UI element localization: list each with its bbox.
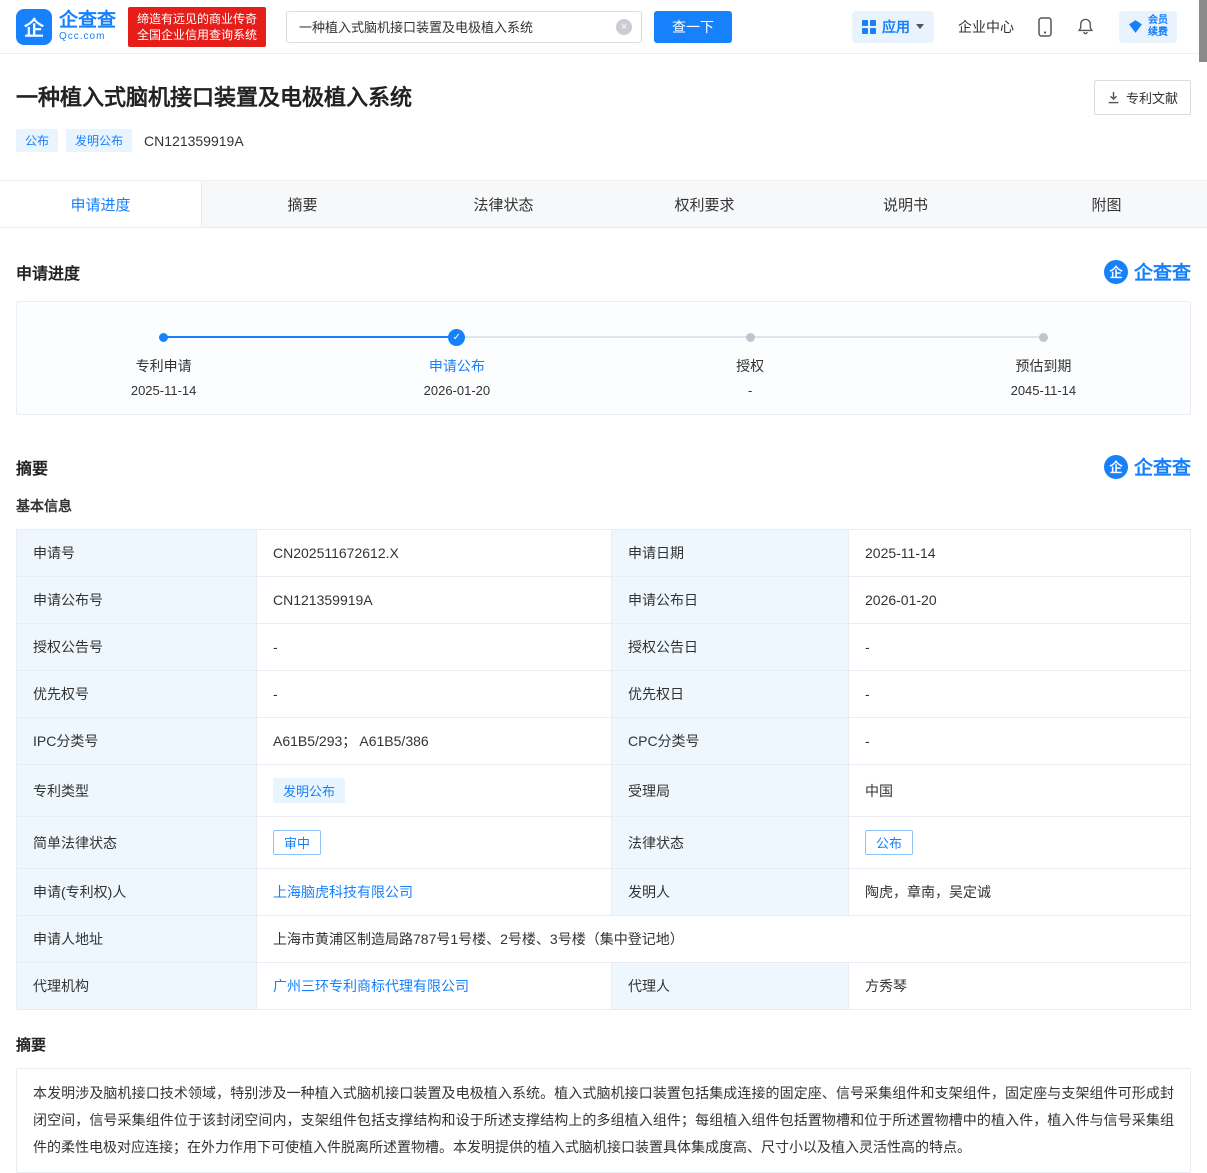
table-row: 申请公布号 CN121359919A 申请公布日 2026-01-20 <box>16 576 1191 624</box>
download-icon <box>1107 91 1120 104</box>
mobile-app-button[interactable] <box>1038 16 1052 37</box>
inventors: 陶虎，章南，吴定诚 <box>848 868 1191 916</box>
chevron-down-icon <box>916 24 924 29</box>
legal-status: 公布 <box>848 816 1191 869</box>
abstract-text: 本发明涉及脑机接口技术领域，特别涉及一种植入式脑机接口装置及电极植入系统。植入式… <box>16 1068 1191 1173</box>
timeline-dot-done <box>159 332 169 342</box>
table-row: 专利类型 发明公布 受理局 中国 <box>16 764 1191 817</box>
title-row: 一种植入式脑机接口装置及电极植入系统 专利文献 <box>16 80 1191 115</box>
ipc-classification: A61B5/293； A61B5/386 <box>256 717 612 765</box>
title-tags: 公布 发明公布 CN121359919A <box>16 129 1191 152</box>
status-badge-publication: 公布 <box>16 129 59 152</box>
summary-section-title: 摘要 <box>16 460 49 478</box>
timeline-step-filing: 专利申请 2025-11-14 <box>17 328 310 398</box>
scrollbar-thumb[interactable] <box>1199 0 1207 62</box>
slogan-line-1: 缔造有远见的商业传奇 <box>137 11 258 26</box>
timeline-step-publication: ✓ 申请公布 2026-01-20 <box>310 328 603 398</box>
table-row: 申请号 CN202511672612.X 申请日期 2025-11-14 <box>16 529 1191 577</box>
tab-summary[interactable]: 摘要 <box>202 181 403 227</box>
member-renew-button[interactable]: 会员 续费 <box>1119 10 1177 43</box>
applicant-link[interactable]: 上海脑虎科技有限公司 <box>273 884 413 900</box>
slogan-line-2: 全国企业信用查询系统 <box>137 27 258 42</box>
member-renew-label: 会员 续费 <box>1148 14 1168 38</box>
timeline-step-expiry: 预估到期 2045-11-14 <box>897 328 1190 398</box>
enterprise-center-link[interactable]: 企业中心 <box>958 17 1014 37</box>
receiving-office: 中国 <box>848 764 1191 817</box>
table-row: IPC分类号 A61B5/293； A61B5/386 CPC分类号 - <box>16 717 1191 765</box>
summary-section-header: 摘要 企 企查查 <box>16 453 1191 480</box>
tab-drawings[interactable]: 附图 <box>1006 181 1207 227</box>
apps-menu-label: 应用 <box>882 18 910 35</box>
qcc-logo-icon: 企 <box>16 8 52 45</box>
page-title: 一种植入式脑机接口装置及电极植入系统 <box>16 85 413 110</box>
notifications-button[interactable] <box>1076 17 1095 36</box>
tab-description[interactable]: 说明书 <box>805 181 1006 227</box>
agency-link[interactable]: 广州三环专利商标代理有限公司 <box>273 978 469 994</box>
publication-date: 2026-01-20 <box>848 576 1191 624</box>
qcc-watermark-icon: 企 <box>1103 454 1128 479</box>
check-icon: ✓ <box>448 328 466 346</box>
application-number: CN202511672612.X <box>256 529 612 577</box>
scrollbar-track[interactable] <box>1199 0 1207 1120</box>
progress-timeline-card: 专利申请 2025-11-14 ✓ 申请公布 2026-01-20 授权 - 预… <box>16 301 1191 415</box>
publication-number: CN121359919A <box>144 132 244 149</box>
patent-type-badge: 发明公布 <box>273 778 346 803</box>
abstract-heading: 摘要 <box>16 1037 47 1054</box>
agency: 广州三环专利商标代理有限公司 <box>256 962 612 1010</box>
tab-bar: 申请进度 摘要 法律状态 权利要求 说明书 附图 <box>0 180 1207 228</box>
legal-status-badge: 公布 <box>865 830 914 855</box>
apps-menu-button[interactable]: 应用 <box>852 10 934 43</box>
tab-claims[interactable]: 权利要求 <box>604 181 805 227</box>
simple-legal-status-badge: 审中 <box>273 830 322 855</box>
timeline-dot-pending <box>745 332 755 342</box>
clear-search-icon[interactable]: × <box>616 18 633 35</box>
table-row: 代理机构 广州三环专利商标代理有限公司 代理人 方秀琴 <box>16 962 1191 1010</box>
progress-section-header: 申请进度 企 企查查 <box>16 258 1191 285</box>
agent: 方秀琴 <box>848 962 1191 1010</box>
qcc-logo[interactable]: 企 企查查 Qcc.com <box>16 8 117 45</box>
member-gem-icon <box>1128 19 1143 34</box>
tab-application-progress[interactable]: 申请进度 <box>0 181 202 227</box>
apps-grid-icon <box>862 19 876 34</box>
timeline-step-grant: 授权 - <box>604 328 897 398</box>
priority-number: - <box>256 670 612 718</box>
table-row: 申请(专利权)人 上海脑虎科技有限公司 发明人 陶虎，章南，吴定诚 <box>16 868 1191 916</box>
simple-legal-status: 审中 <box>256 816 612 869</box>
status-badge-invention-publication: 发明公布 <box>66 129 133 152</box>
navbar-right: 应用 企业中心 会员 续费 <box>852 10 1177 43</box>
search-input[interactable] <box>286 10 643 43</box>
priority-date: - <box>848 670 1191 718</box>
patent-document-button[interactable]: 专利文献 <box>1093 80 1191 115</box>
publication-number-cell: CN121359919A <box>256 576 612 624</box>
qcc-watermark-icon: 企 <box>1103 259 1128 284</box>
mobile-icon <box>1038 16 1052 37</box>
applicant-address: 上海市黄浦区制造局路787号1号楼、2号楼、3号楼（集中登记地） <box>256 915 1191 963</box>
search-bar: × <box>286 10 643 43</box>
top-navbar: 企 企查查 Qcc.com 缔造有远见的商业传奇 全国企业信用查询系统 × 查一… <box>0 0 1207 54</box>
grant-number: - <box>256 623 612 671</box>
cpc-classification: - <box>848 717 1191 765</box>
qcc-watermark: 企 企查查 <box>1103 258 1191 285</box>
table-row: 优先权号 - 优先权日 - <box>16 670 1191 718</box>
qcc-logo-text: 企查查 <box>59 10 117 31</box>
bell-icon <box>1076 17 1095 36</box>
basic-info-table: 申请号 CN202511672612.X 申请日期 2025-11-14 申请公… <box>16 529 1191 1010</box>
basic-info-heading: 基本信息 <box>16 498 72 514</box>
grant-date: - <box>848 623 1191 671</box>
patent-type: 发明公布 <box>256 764 612 817</box>
table-row: 授权公告号 - 授权公告日 - <box>16 623 1191 671</box>
slogan-banner: 缔造有远见的商业传奇 全国企业信用查询系统 <box>128 6 267 47</box>
progress-section-title: 申请进度 <box>16 265 81 283</box>
timeline-dot-pending <box>1038 332 1048 342</box>
table-row: 申请人地址 上海市黄浦区制造局路787号1号楼、2号楼、3号楼（集中登记地） <box>16 915 1191 963</box>
qcc-logo-domain: Qcc.com <box>59 31 106 42</box>
application-date: 2025-11-14 <box>848 529 1191 577</box>
applicant: 上海脑虎科技有限公司 <box>256 868 612 916</box>
tab-legal-status[interactable]: 法律状态 <box>403 181 604 227</box>
table-row: 简单法律状态 审中 法律状态 公布 <box>16 816 1191 869</box>
search-button[interactable]: 查一下 <box>654 10 733 43</box>
patent-document-label: 专利文献 <box>1125 91 1178 106</box>
qcc-watermark: 企 企查查 <box>1103 453 1191 480</box>
